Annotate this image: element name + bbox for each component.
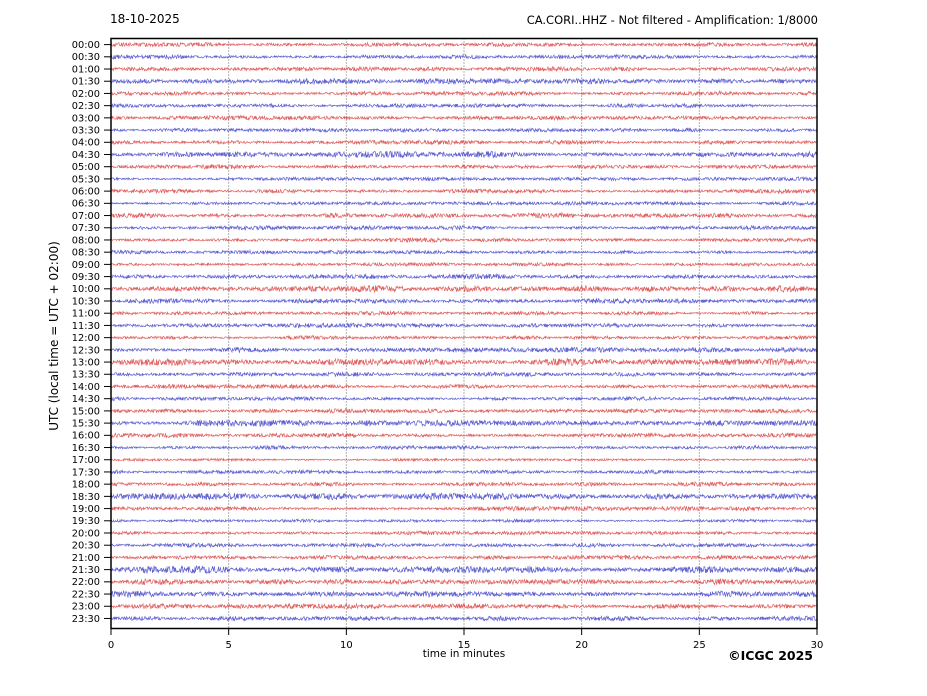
seismogram-figure: 18-10-2025 CA.CORI..HHZ - Not filtered -… (0, 0, 927, 696)
trace-row (110, 261, 818, 268)
trace-row (110, 542, 818, 549)
y-tick-label: 12:30 (72, 345, 100, 356)
y-tick-label: 15:00 (72, 406, 100, 417)
y-tick-label: 23:00 (72, 602, 100, 613)
y-tick-label: 01:00 (72, 64, 100, 75)
y-tick-label: 09:30 (72, 272, 100, 283)
trace-row (110, 65, 818, 73)
y-tick-label: 23:30 (72, 614, 100, 625)
y-tick-label: 17:00 (72, 455, 100, 466)
x-tick-label: 5 (225, 640, 231, 651)
y-tick-label: 06:00 (72, 187, 100, 198)
trace-row (110, 41, 818, 48)
y-tick-label: 02:30 (72, 101, 100, 112)
gridlines (228, 38, 700, 629)
trace-row (110, 200, 818, 207)
trace-row (110, 418, 818, 428)
x-axis-label: time in minutes (422, 648, 506, 660)
y-tick-label: 20:00 (72, 528, 100, 539)
y-tick-label: 12:00 (72, 333, 100, 344)
y-tick-label: 16:30 (72, 443, 100, 454)
y-tick-label: 15:30 (72, 419, 100, 430)
y-tick-label: 06:30 (72, 199, 100, 210)
y-tick-label: 22:00 (72, 577, 100, 588)
y-tick-label: 00:00 (72, 40, 100, 51)
y-tick-label: 19:00 (72, 504, 100, 515)
x-tick-label: 10 (340, 640, 353, 651)
y-tick-label: 09:00 (72, 260, 100, 271)
trace-row (110, 407, 818, 414)
trace-row (110, 249, 818, 256)
y-tick-label: 11:30 (72, 321, 100, 332)
y-tick-label: 04:30 (72, 150, 100, 161)
y-axis-ticks: 00:0000:3001:00 01:3002:0002:3003:0003:30… (72, 40, 111, 625)
y-tick-label: 04:00 (72, 138, 100, 149)
y-tick-label: 00:30 (72, 52, 100, 63)
trace-row (110, 444, 818, 451)
y-tick-label: 14:00 (72, 382, 100, 393)
y-tick-label: 16:00 (72, 431, 100, 442)
trace-row (110, 114, 818, 122)
y-tick-label: 07:30 (72, 223, 100, 234)
copyright-label: ©ICGC 2025 (728, 648, 813, 663)
y-tick-label: 07:00 (72, 211, 100, 222)
y-tick-label: 11:00 (72, 309, 100, 320)
trace-row (110, 357, 818, 367)
y-tick-label: 14:30 (72, 394, 100, 405)
y-tick-label: 10:30 (72, 296, 100, 307)
y-tick-label: 03:30 (72, 125, 100, 136)
trace-row (110, 53, 818, 61)
y-tick-label: 18:00 (72, 480, 100, 491)
y-tick-label: 21:00 (72, 553, 100, 564)
trace-row (110, 102, 818, 109)
y-tick-label: 05:00 (72, 162, 100, 173)
y-tick-label: 05:30 (72, 174, 100, 185)
x-tick-label: 0 (108, 640, 114, 651)
trace-row (110, 457, 818, 463)
y-tick-label: 10:00 (72, 284, 100, 295)
y-tick-label: 08:00 (72, 235, 100, 246)
trace-row (110, 491, 818, 501)
y-tick-label: 13:30 (72, 370, 100, 381)
trace-row (110, 589, 818, 599)
y-tick-label: 13:00 (72, 357, 100, 368)
y-tick-label: 20:30 (72, 541, 100, 552)
y-tick-label: 22:30 (72, 589, 100, 600)
helicorder-plot: 00:0000:3001:00 01:3002:0002:3003:0003:30… (72, 37, 823, 651)
trace-row (110, 577, 818, 586)
trace-row (110, 602, 818, 610)
trace-row (110, 554, 818, 561)
x-tick-label: 20 (575, 640, 588, 651)
trace-row (110, 273, 818, 280)
trace-row (110, 346, 818, 354)
y-tick-label: 17:30 (72, 467, 100, 478)
trace-row (110, 187, 818, 195)
trace-row (110, 77, 818, 86)
trace-row (110, 383, 818, 390)
y-tick-label: 03:00 (72, 113, 100, 124)
y-tick-label: 19:30 (72, 516, 100, 527)
y-tick-label: 08:30 (72, 248, 100, 259)
trace-row (110, 236, 818, 244)
trace-row (110, 371, 818, 378)
trace-row (110, 614, 818, 622)
y-tick-label: 18:30 (72, 492, 100, 503)
y-tick-label: 21:30 (72, 565, 100, 576)
trace-row (110, 395, 818, 402)
y-tick-label: 02:00 (72, 89, 100, 100)
x-tick-label: 25 (693, 640, 706, 651)
y-tick-label: 01:30 (72, 77, 100, 88)
trace-row (110, 150, 818, 159)
